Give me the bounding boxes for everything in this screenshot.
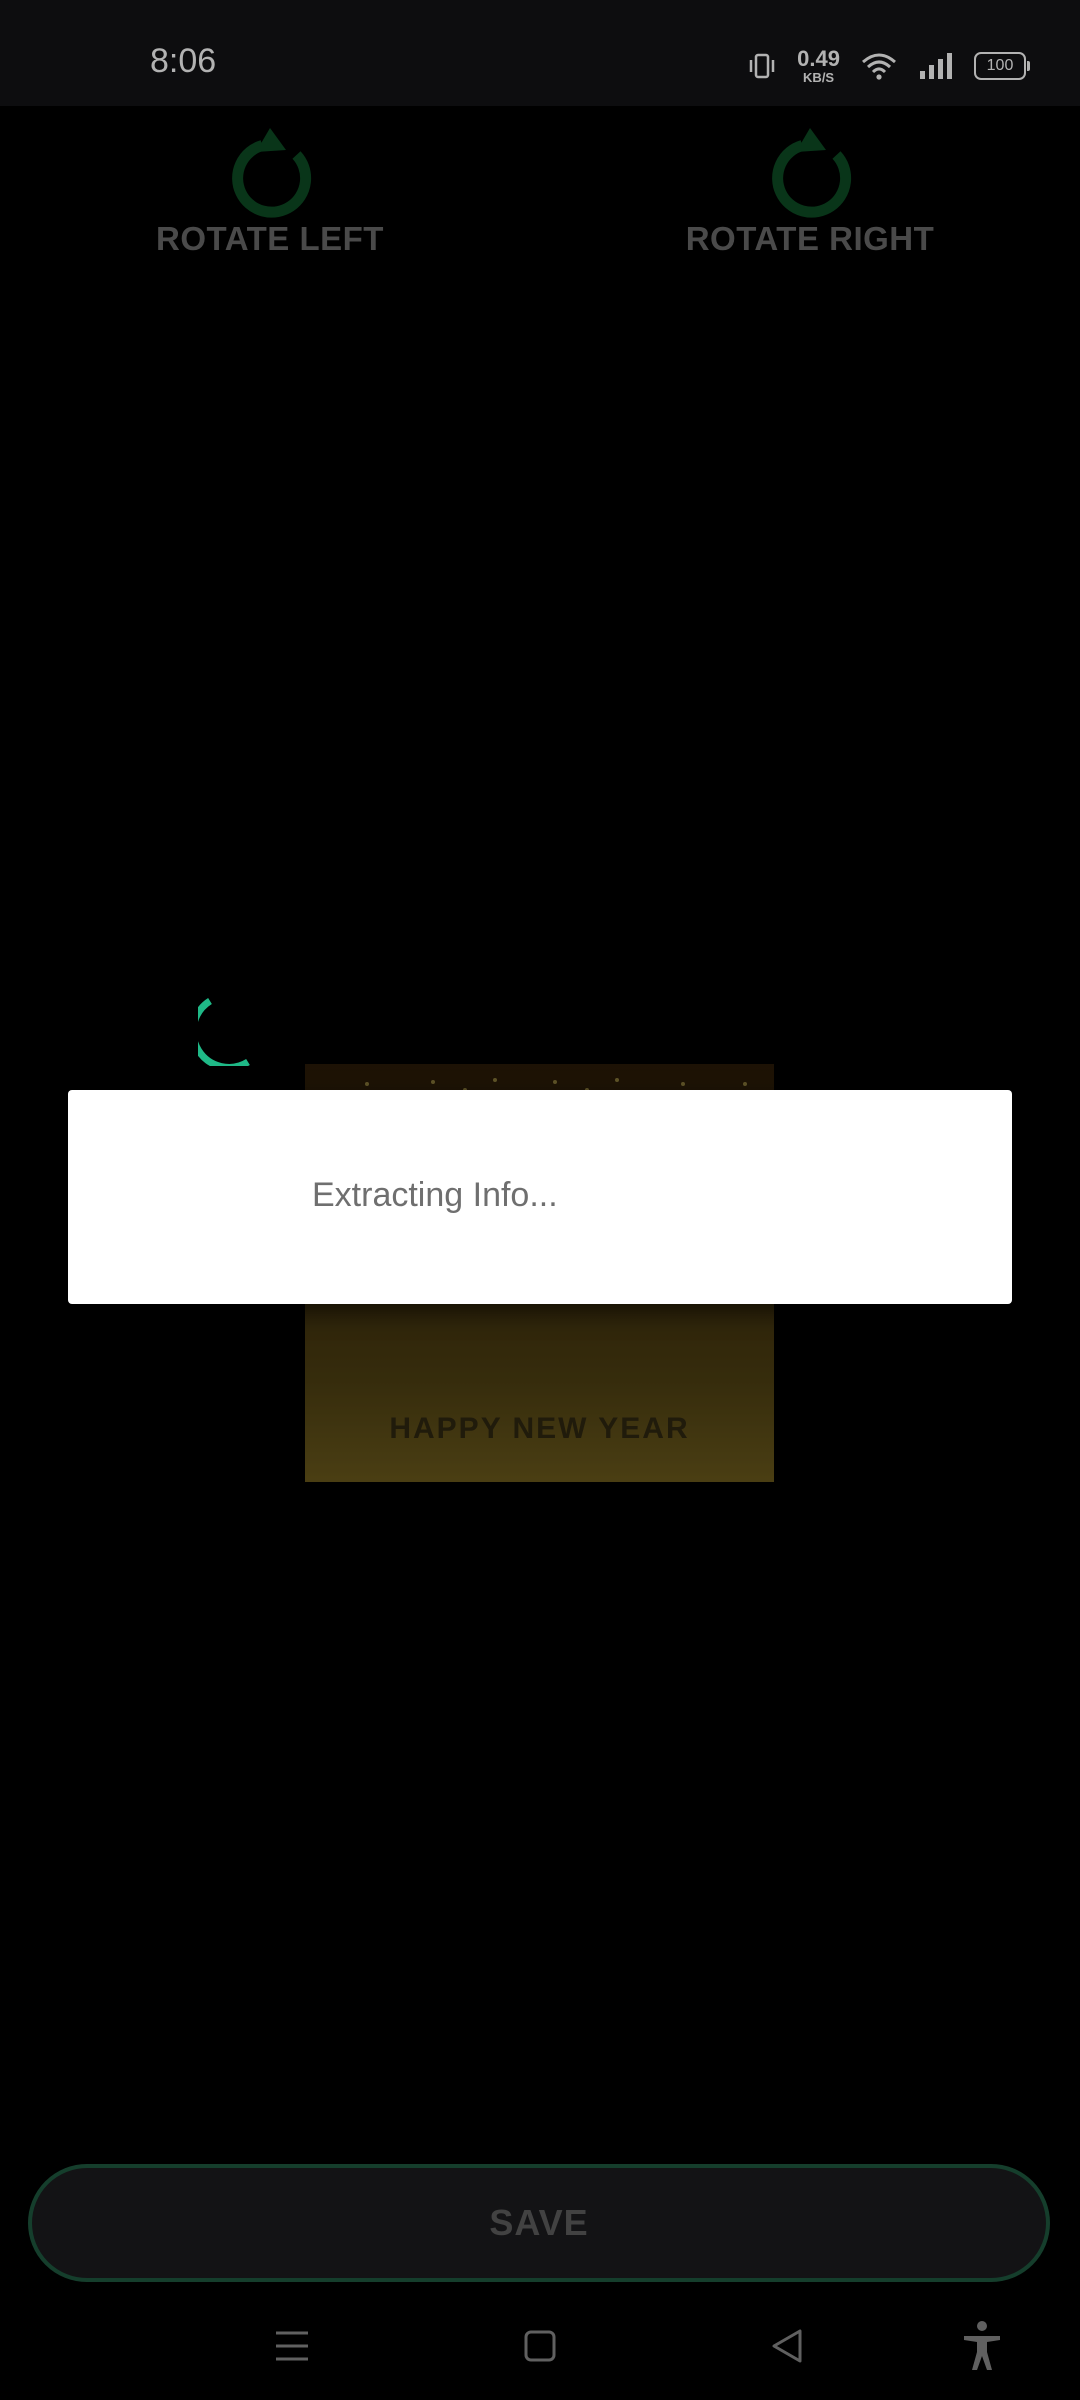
dialog-message: Extracting Info... [312, 1176, 558, 1214]
progress-dialog: Extracting Info... [68, 998, 1012, 1304]
loading-spinner-icon [198, 998, 250, 1066]
